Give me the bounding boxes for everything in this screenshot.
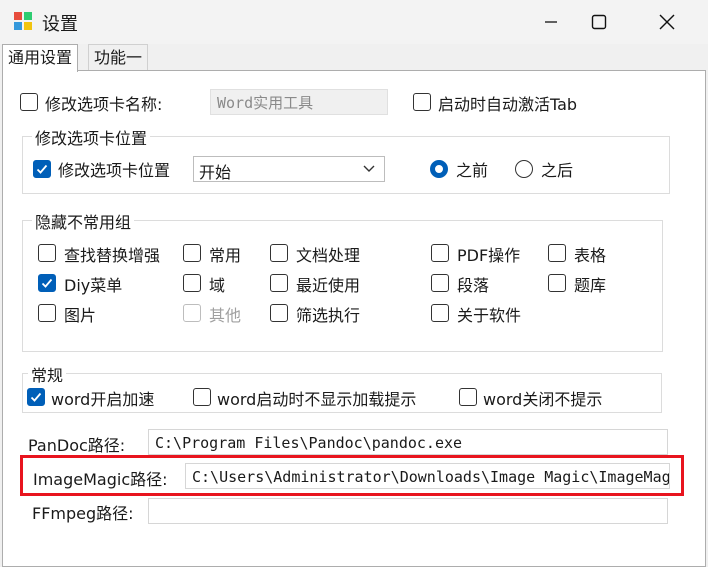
hidden-group-checkbox[interactable] [431, 244, 449, 262]
maximize-button[interactable] [576, 0, 622, 44]
hidden-group-label: 图片 [64, 306, 97, 325]
general-group-label: word开启加速 [51, 390, 155, 409]
close-button[interactable] [644, 0, 690, 44]
ffmpeg-path-input[interactable] [148, 498, 668, 524]
ffmpeg-path-label: FFmpeg路径: [32, 504, 134, 523]
hidden-group-title: 隐藏不常用组 [32, 209, 135, 233]
modify-position-checkbox[interactable] [33, 160, 51, 178]
hidden-group-checkbox[interactable] [270, 304, 288, 322]
radio-before-label: 之前 [456, 161, 489, 180]
hidden-group-label: 表格 [574, 246, 607, 265]
window-title: 设置 [42, 14, 78, 35]
hidden-group-label: PDF操作 [457, 246, 521, 265]
hidden-group-checkbox [183, 304, 201, 322]
radio-after[interactable] [515, 160, 533, 178]
minimize-button[interactable] [528, 0, 574, 44]
hidden-group-checkbox[interactable] [38, 244, 56, 262]
hidden-group-label: Diy菜单 [64, 276, 123, 295]
hidden-group-label: 文档处理 [296, 246, 361, 265]
tab-function-one[interactable]: 功能一 [88, 44, 149, 71]
position-select-value: 开始 [199, 163, 232, 182]
app-icon [13, 11, 33, 31]
maximize-icon [591, 14, 607, 30]
hidden-group-label: 题库 [574, 276, 607, 295]
auto-activate-checkbox[interactable] [413, 93, 431, 111]
tab-name-input[interactable]: Word实用工具 [210, 89, 388, 115]
hidden-group-checkbox[interactable] [431, 304, 449, 322]
general-group-checkbox[interactable] [193, 388, 211, 406]
pandoc-path-label: PanDoc路径: [28, 436, 126, 455]
minimize-icon [545, 21, 557, 23]
hidden-group-label: 段落 [457, 276, 490, 295]
hidden-group-checkbox[interactable] [431, 274, 449, 292]
hidden-group-checkbox[interactable] [270, 244, 288, 262]
hidden-group-label: 查找替换增强 [64, 246, 161, 265]
hidden-group-label: 关于软件 [457, 306, 522, 325]
rename-tab-label: 修改选项卡名称: [45, 95, 163, 114]
modify-position-label: 修改选项卡位置 [58, 161, 171, 180]
hidden-group-checkbox[interactable] [38, 304, 56, 322]
general-group-checkbox[interactable] [459, 388, 477, 406]
hidden-group-checkbox[interactable] [183, 244, 201, 262]
rename-tab-checkbox[interactable] [20, 93, 38, 111]
hidden-group-label: 筛选执行 [296, 306, 361, 325]
title-bar: 设置 [0, 0, 708, 44]
general-group-label: word关闭不提示 [483, 390, 603, 409]
hidden-group-checkbox[interactable] [38, 274, 56, 292]
hidden-group-checkbox[interactable] [270, 274, 288, 292]
hidden-group-checkbox[interactable] [548, 244, 566, 262]
tab-general-settings[interactable]: 通用设置 [2, 44, 79, 72]
general-group-title: 常规 [28, 362, 67, 386]
hidden-group-checkbox[interactable] [548, 274, 566, 292]
auto-activate-label: 启动时自动激活Tab [438, 95, 578, 114]
check-icon [36, 164, 48, 174]
radio-after-label: 之后 [541, 161, 574, 180]
position-group-title: 修改选项卡位置 [32, 125, 151, 149]
general-group-label: word启动时不显示加载提示 [217, 390, 417, 409]
close-icon [659, 14, 675, 30]
check-icon [41, 278, 53, 288]
highlight-box [20, 455, 684, 496]
radio-before[interactable] [430, 160, 448, 178]
pandoc-path-input[interactable]: C:\Program Files\Pandoc\pandoc.exe [148, 429, 668, 455]
hidden-group-label: 常用 [209, 246, 242, 265]
general-group-checkbox[interactable] [27, 388, 45, 406]
position-select[interactable]: 开始 [193, 156, 385, 182]
check-icon [30, 392, 42, 402]
hidden-group-label: 域 [209, 276, 226, 295]
hidden-group-checkbox[interactable] [183, 274, 201, 292]
hidden-group-label: 最近使用 [296, 276, 361, 295]
hidden-group-label: 其他 [209, 306, 242, 325]
chevron-down-icon [363, 165, 375, 172]
